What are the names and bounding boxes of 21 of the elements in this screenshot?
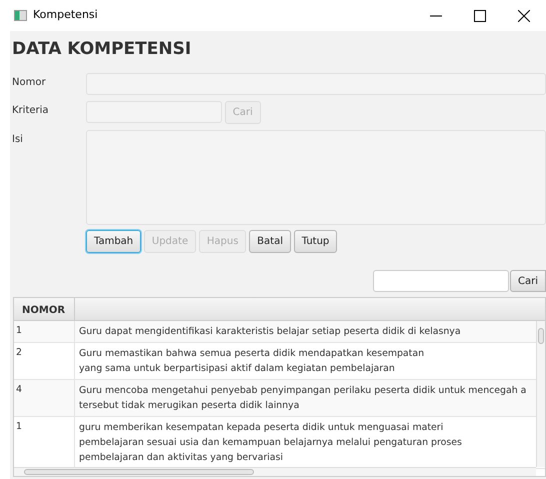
field-label: Isi xyxy=(11,133,24,147)
column-header[interactable]: NOMOR xyxy=(14,298,75,320)
table-cell-text: Guru memastikan bahwa semua peserta didik mendapatkan kesempatan yang sama untuk berpartisipasi aktif dalam kegiatan pembelajaran xyxy=(78,347,426,376)
field-label: Kriteria xyxy=(11,104,50,118)
app-icon xyxy=(14,10,27,21)
action-button[interactable]: Tutup xyxy=(294,230,338,253)
field-label: Nomor xyxy=(11,76,47,90)
vertical-scrollbar[interactable] xyxy=(536,321,545,467)
table-cell-text: Guru mencoba mengetahui penyebab penyimpangan perilaku peserta didik untuk mencegah a tersebut tidak merugikan peserta didik lainnya xyxy=(78,384,528,413)
action-button[interactable]: Tambah xyxy=(86,230,142,253)
search-button[interactable]: Cari xyxy=(510,270,546,292)
table-cell-text: guru memberikan kesempatan kepada peserta didik untuk menguasai materi pembelajaran sesuai usia dan kemampuan belajarnya melalui pengaturan proses pembelajaran dan aktivitas yang bervariasi xyxy=(78,421,463,465)
horizontal-scrollbar[interactable] xyxy=(14,467,536,476)
action-button[interactable]: Batal xyxy=(249,230,291,253)
table-cell-text: Guru dapat mengidentifikasi karakteristis belajar setiap peserta didik di kelasnya xyxy=(78,325,462,339)
table-cell: 2 xyxy=(14,343,75,379)
table-cell: 1 xyxy=(14,321,75,342)
page-heading: DATA KOMPETENSI xyxy=(11,38,192,61)
window-title: Kompetensi xyxy=(33,7,98,24)
search-field[interactable] xyxy=(373,270,509,292)
table-cell: 4 xyxy=(14,380,75,416)
